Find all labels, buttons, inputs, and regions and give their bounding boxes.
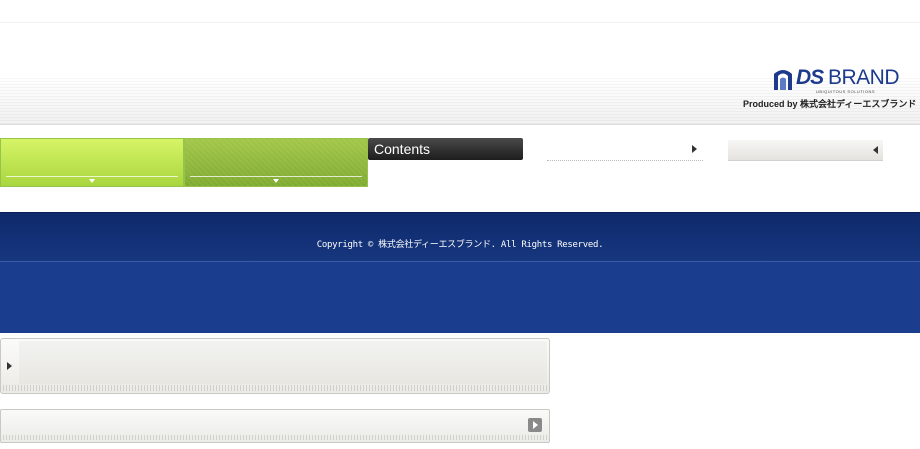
top-divider bbox=[0, 22, 920, 23]
logo-mark-icon bbox=[774, 70, 792, 90]
logo-tagline: UBIQUITOUS SOLUTIONS bbox=[816, 89, 876, 94]
nav-item-underline bbox=[6, 176, 178, 177]
footer: Copyright © 株式会社ディーエスブランド. All Rights Re… bbox=[0, 212, 920, 333]
contents-heading: Contents bbox=[368, 138, 523, 160]
arrow-right-icon bbox=[7, 362, 12, 370]
arrow-right-icon bbox=[692, 145, 697, 153]
logo-brand-text: BRAND bbox=[828, 66, 900, 89]
logo-ds-text: DS bbox=[796, 66, 824, 89]
sidebar-panel-large[interactable] bbox=[0, 338, 550, 394]
arrow-left-icon bbox=[873, 146, 878, 154]
caret-down-icon bbox=[273, 179, 279, 183]
footer-divider bbox=[0, 261, 920, 262]
produced-by-text: Produced by 株式会社ディーエスブランド bbox=[743, 99, 917, 109]
nav-item-1[interactable] bbox=[0, 138, 184, 187]
copyright-text: Copyright © 株式会社ディーエスブランド. All Rights Re… bbox=[316, 240, 604, 250]
contents-label: Contents bbox=[374, 141, 431, 157]
submenu-link[interactable] bbox=[547, 140, 703, 161]
nav-item-underline bbox=[190, 176, 362, 177]
submenu-link-active[interactable] bbox=[728, 140, 883, 161]
panel-dotted-border bbox=[3, 435, 547, 440]
panel-inner bbox=[19, 341, 547, 384]
nav-item-2[interactable] bbox=[184, 138, 368, 187]
sidebar-panel-small[interactable] bbox=[0, 409, 550, 443]
panel-dotted-border bbox=[3, 385, 547, 391]
caret-down-icon bbox=[89, 179, 95, 183]
arrow-button-icon[interactable] bbox=[528, 418, 542, 432]
